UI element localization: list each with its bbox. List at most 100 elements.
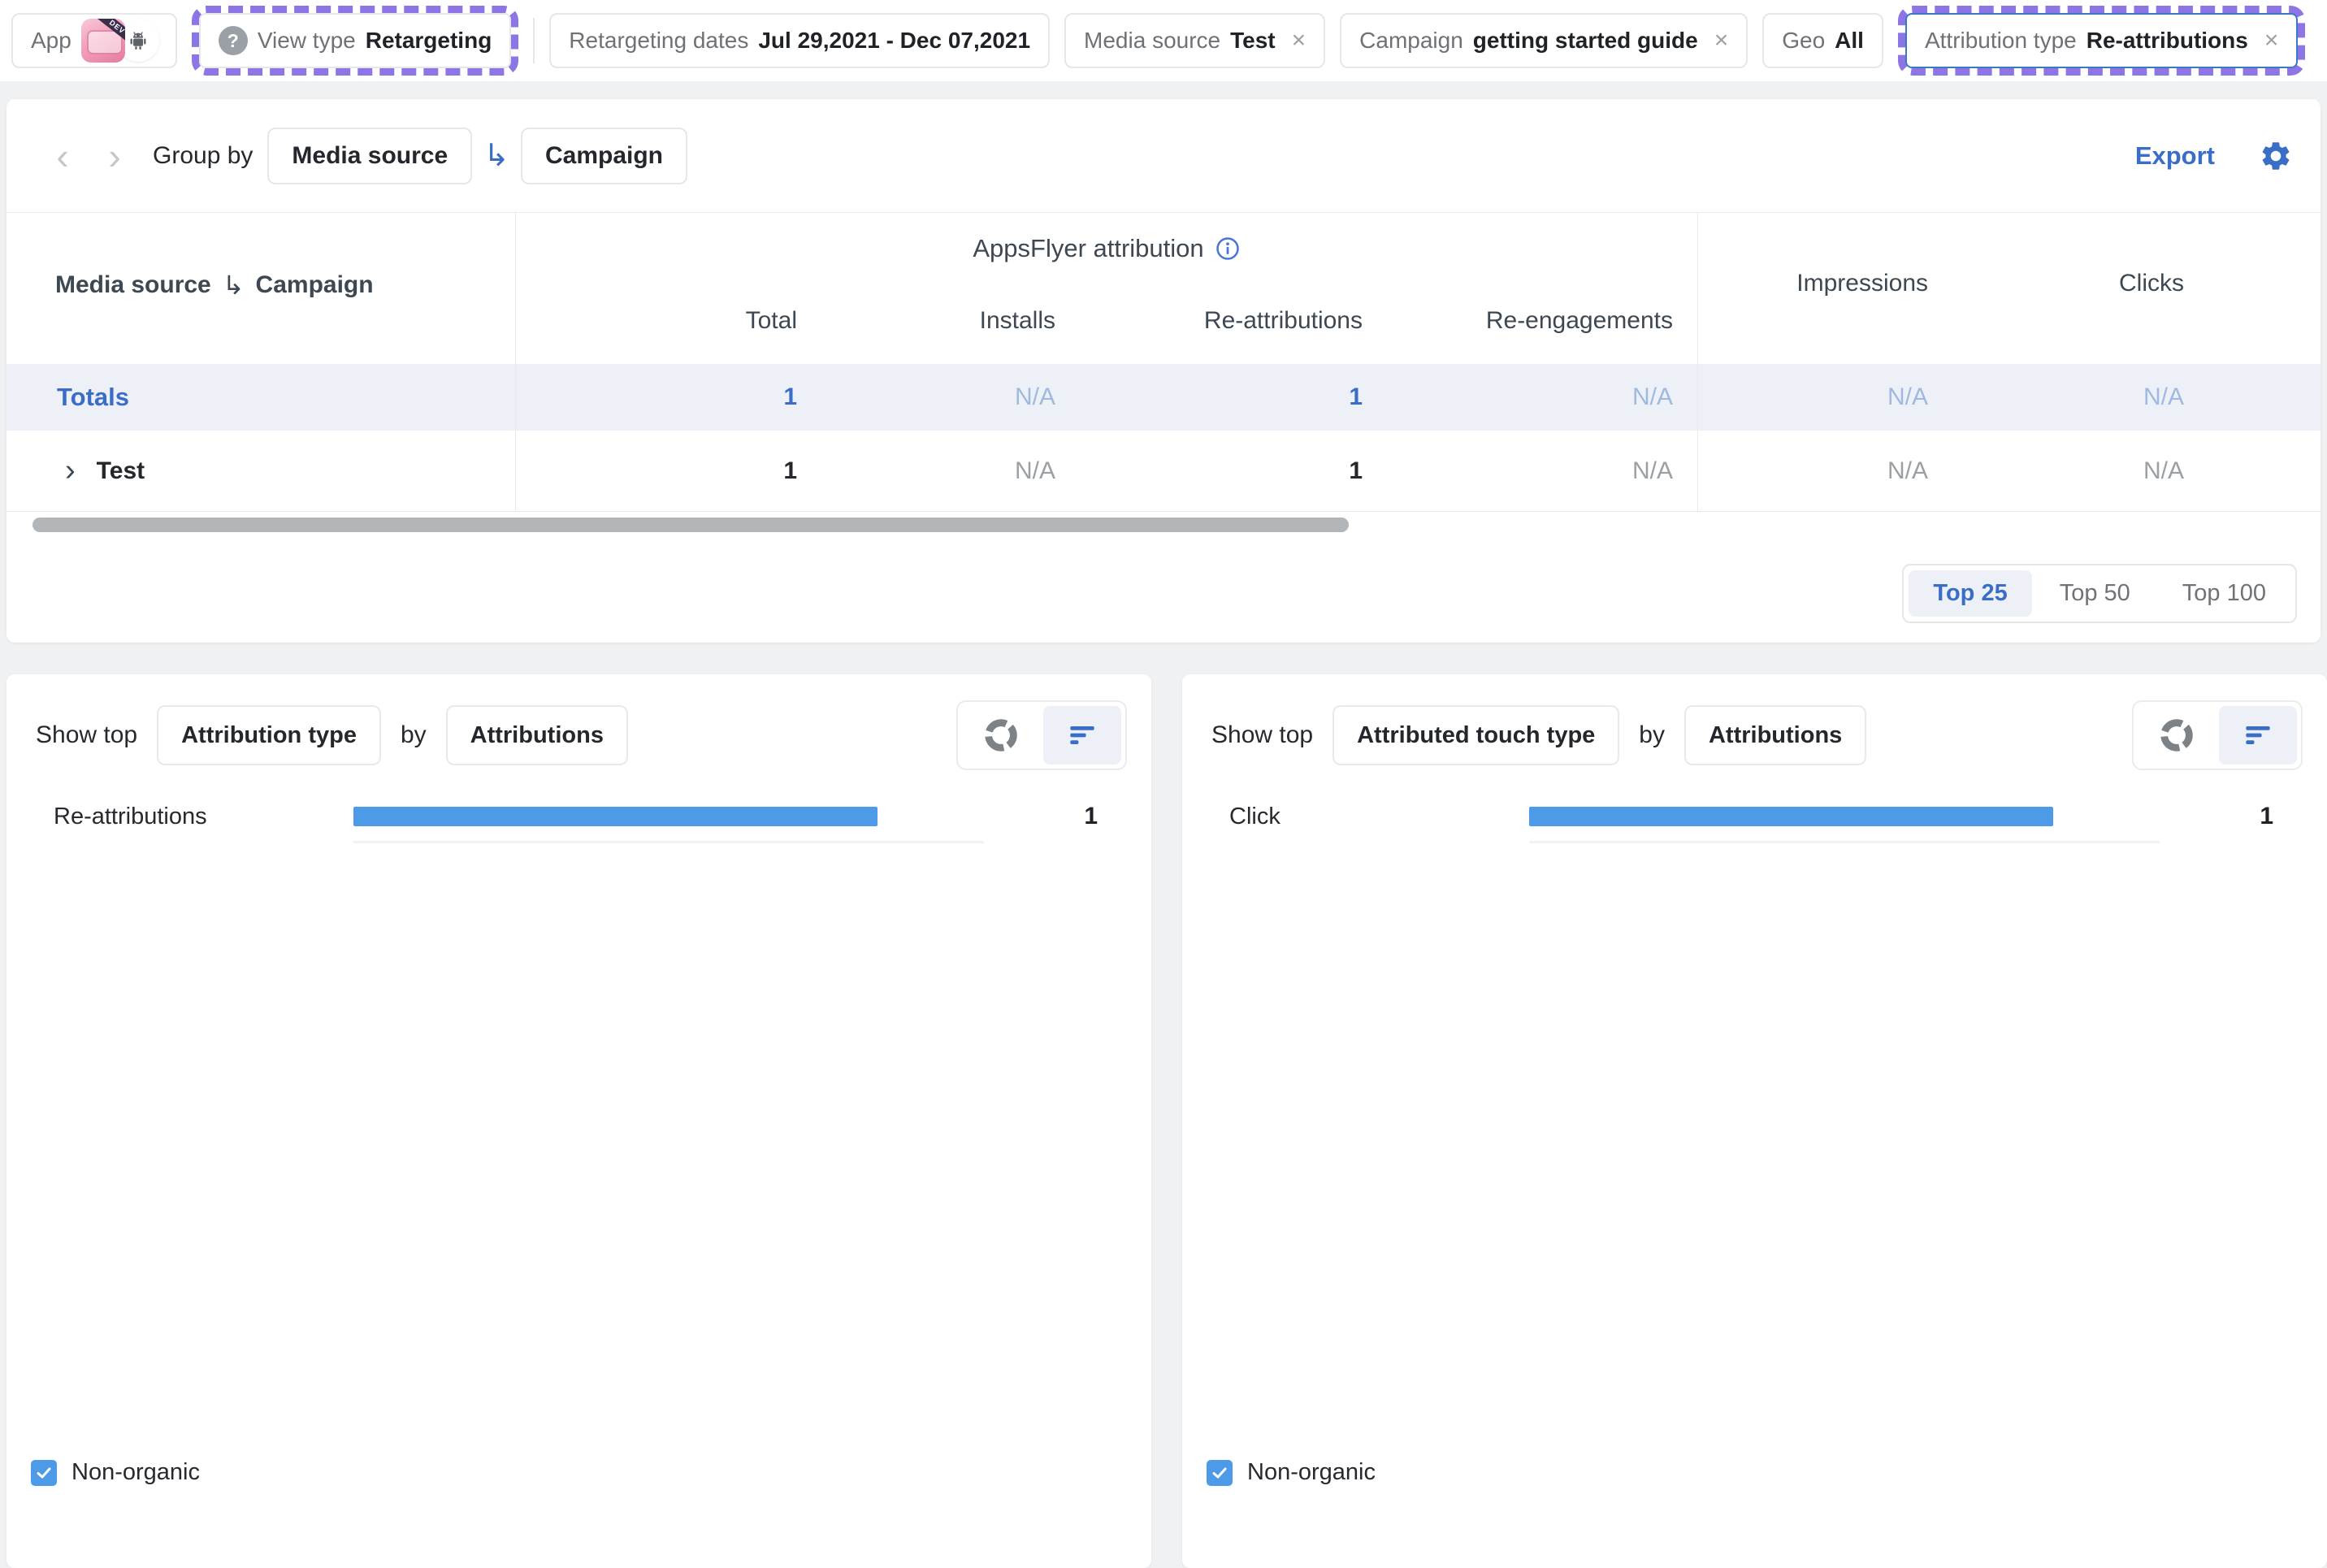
dimension-select[interactable]: Attribution type (157, 705, 381, 765)
attribution-type-highlight: Attribution type Re-attributions × (1898, 6, 2305, 76)
chart-type-toggle (956, 700, 1127, 770)
chevron-right-icon[interactable]: › (101, 137, 128, 175)
app-filter-chip[interactable]: App DEV (11, 13, 177, 68)
totals-reattributions: 1 (1080, 364, 1363, 431)
attribution-table-card: ‹ › Group by Media source ↳ Campaign Exp… (6, 99, 2320, 643)
panel-header: Show top Attribution type by Attribution… (36, 704, 1127, 767)
totals-installs: N/A (821, 364, 1055, 431)
row-installs: N/A (821, 431, 1055, 511)
campaign-value: getting started guide (1473, 28, 1698, 54)
campaign-chip[interactable]: Campaign getting started guide × (1340, 13, 1748, 68)
retargeting-dates-chip[interactable]: Retargeting dates Jul 29,2021 - Dec 07,2… (549, 13, 1050, 68)
column-header-reengagements: Re-engagements (1387, 307, 1673, 335)
attribution-type-chart-panel: Show top Attribution type by Attribution… (6, 674, 1151, 1568)
export-button[interactable]: Export (2135, 141, 2215, 171)
bar-row: Re-attributions 1 (6, 802, 1151, 851)
bar-value: 1 (1084, 802, 1098, 831)
info-icon[interactable] (1216, 236, 1240, 261)
android-icon (126, 28, 150, 53)
donut-chart-button[interactable] (962, 706, 1040, 765)
bar-chart-button[interactable] (2219, 706, 2297, 765)
row-impressions: N/A (1697, 431, 1928, 511)
help-icon[interactable]: ? (219, 26, 248, 55)
tab-top-25[interactable]: Top 25 (1909, 570, 2031, 617)
view-type-chip[interactable]: ? View type Retargeting (199, 13, 511, 68)
view-type-value: Retargeting (366, 28, 492, 54)
column-header-reattributions: Re-attributions (1080, 307, 1363, 335)
row-label: › Test (65, 431, 145, 511)
checkbox-label: Non-organic (1247, 1459, 1376, 1486)
metric-select[interactable]: Attributions (446, 705, 628, 765)
tab-top-100[interactable]: Top 100 (2158, 570, 2290, 617)
view-type-highlight: ? View type Retargeting (192, 6, 518, 76)
gear-icon (2259, 139, 2293, 173)
campaign-label: Campaign (1359, 28, 1463, 54)
table-row[interactable]: › Test 1 N/A 1 N/A N/A N/A (6, 431, 2320, 512)
column-header-clicks: Clicks (1952, 270, 2184, 297)
chevron-left-icon[interactable]: ‹ (49, 137, 76, 175)
row-clicks: N/A (1952, 431, 2184, 511)
totals-impressions: N/A (1697, 364, 1928, 431)
panel-header: Show top Attributed touch type by Attrib… (1211, 704, 2303, 767)
first-col-primary: Media source (55, 271, 211, 299)
bar (1529, 807, 2053, 826)
by-label: by (1639, 721, 1665, 749)
view-type-label: View type (258, 28, 356, 54)
check-icon (1210, 1463, 1229, 1483)
bar-track (1529, 841, 2160, 843)
close-icon[interactable]: × (2264, 28, 2279, 53)
checkbox-checked[interactable] (1207, 1460, 1233, 1486)
chart-type-toggle (2132, 700, 2303, 770)
tab-top-50[interactable]: Top 50 (2035, 570, 2155, 617)
geo-value: All (1835, 28, 1864, 54)
metric-select[interactable]: Attributions (1684, 705, 1866, 765)
totals-total: 1 (515, 364, 797, 431)
bar-value: 1 (2260, 802, 2273, 831)
group-by-secondary-button[interactable]: Campaign (521, 128, 687, 184)
attributed-touch-type-chart-panel: Show top Attributed touch type by Attrib… (1182, 674, 2327, 1568)
bar-track (353, 841, 984, 843)
expand-row-icon[interactable]: › (65, 458, 76, 483)
attribution-type-value: Re-attributions (2086, 28, 2248, 54)
donut-chart-icon (2158, 717, 2195, 754)
column-divider (515, 212, 516, 512)
group-by-primary-button[interactable]: Media source (267, 128, 472, 184)
bar-chart-button[interactable] (1043, 706, 1121, 765)
dimension-select[interactable]: Attributed touch type (1332, 705, 1619, 765)
row-reattributions: 1 (1080, 431, 1363, 511)
media-source-chip[interactable]: Media source Test × (1064, 13, 1325, 68)
attribution-type-label: Attribution type (1925, 28, 2077, 54)
horizontal-scrollbar[interactable] (32, 518, 1349, 532)
bar-row: Click 1 (1182, 802, 2327, 851)
nested-arrow-icon: ↳ (223, 270, 245, 301)
totals-label: Totals (57, 364, 129, 431)
close-icon[interactable]: × (1292, 28, 1306, 53)
close-icon[interactable]: × (1714, 28, 1729, 53)
checkbox-label: Non-organic (72, 1459, 200, 1486)
non-organic-filter[interactable]: Non-organic (1207, 1459, 1376, 1486)
app-icon: DEV (81, 19, 125, 63)
dates-label: Retargeting dates (569, 28, 748, 54)
media-source-label: Media source (1084, 28, 1220, 54)
geo-chip[interactable]: Geo All (1762, 13, 1883, 68)
bar-category-label: Re-attributions (54, 802, 207, 831)
donut-chart-icon (982, 717, 1020, 754)
donut-chart-button[interactable] (2138, 706, 2216, 765)
show-top-label: Show top (36, 721, 137, 749)
column-divider (1697, 212, 1698, 512)
dates-value: Jul 29,2021 - Dec 07,2021 (758, 28, 1030, 54)
table-toolbar: ‹ › Group by Media source ↳ Campaign Exp… (6, 99, 2320, 212)
first-column-header: Media source ↳ Campaign (55, 270, 374, 301)
bar-chart-icon (1064, 717, 1100, 753)
filter-divider (533, 18, 535, 63)
checkbox-checked[interactable] (31, 1460, 57, 1486)
attribution-type-chip[interactable]: Attribution type Re-attributions × (1905, 13, 2298, 68)
column-header-total: Total (515, 307, 797, 335)
first-col-secondary: Campaign (256, 271, 374, 299)
column-header-installs: Installs (821, 307, 1055, 335)
settings-button[interactable] (2259, 139, 2293, 173)
bar-chart-icon (2240, 717, 2276, 753)
attribution-group-header: AppsFlyer attribution (515, 234, 1697, 263)
filter-bar: App DEV ? (0, 0, 2327, 81)
non-organic-filter[interactable]: Non-organic (31, 1459, 200, 1486)
